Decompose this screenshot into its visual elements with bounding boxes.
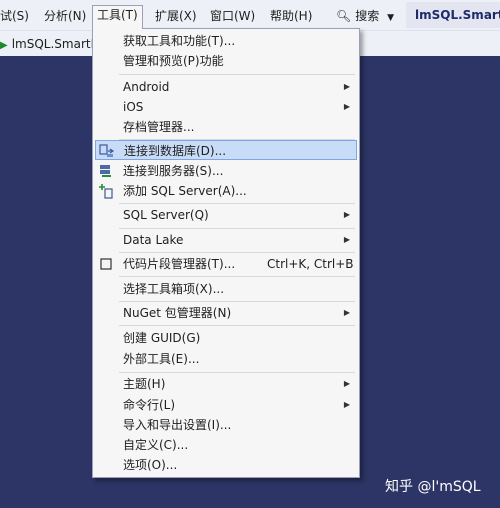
menu-item-choose-toolbox[interactable]: 选择工具箱项(X)...: [95, 279, 357, 299]
menu-separator: [119, 228, 355, 229]
submenu-arrow-icon: ▶: [343, 379, 350, 388]
search-icon: 🔍︎: [336, 9, 352, 23]
menu-item-command-line[interactable]: 命令行(L) ▶: [95, 395, 357, 415]
submenu-arrow-icon: ▶: [343, 235, 350, 244]
menu-item-archive-manager[interactable]: 存档管理器...: [95, 117, 357, 137]
menu-item-label: 命令行(L): [123, 398, 176, 412]
menu-extensions[interactable]: 扩展(X): [151, 6, 201, 26]
chevron-down-icon: ▼: [387, 13, 394, 23]
menu-window[interactable]: 窗口(W): [206, 6, 259, 26]
menu-item-connect-database[interactable]: 连接到数据库(D)...: [95, 140, 357, 160]
menu-separator: [119, 203, 355, 204]
menu-analyze[interactable]: 分析(N): [40, 6, 90, 26]
menu-item-data-lake[interactable]: Data Lake ▶: [95, 230, 357, 250]
menu-help[interactable]: 帮助(H): [266, 6, 316, 26]
menu-item-label: NuGet 包管理器(N): [123, 306, 232, 320]
menu-item-create-guid[interactable]: 创建 GUID(G): [95, 328, 357, 348]
menu-item-label: 获取工具和功能(T)...: [123, 34, 236, 48]
menu-item-label: iOS: [123, 100, 144, 114]
snippet-icon: [100, 258, 112, 270]
menu-item-label: 外部工具(E)...: [123, 352, 200, 366]
menu-item-manage-preview[interactable]: 管理和预览(P)功能: [95, 51, 357, 71]
menu-item-label: SQL Server(Q): [123, 208, 209, 222]
menu-item-nuget[interactable]: NuGet 包管理器(N) ▶: [95, 303, 357, 323]
menu-separator: [119, 252, 355, 253]
menu-tools[interactable]: 工具(T): [92, 5, 143, 29]
menu-bar: 试(S) 分析(N) 工具(T) 扩展(X) 窗口(W) 帮助(H) 🔍︎ 搜索 …: [0, 0, 500, 30]
tools-dropdown-menu: 获取工具和功能(T)... 管理和预览(P)功能 Android ▶ iOS ▶…: [92, 28, 360, 478]
menu-item-get-tools[interactable]: 获取工具和功能(T)...: [95, 31, 357, 51]
menu-item-label: 创建 GUID(G): [123, 331, 201, 345]
menu-item-add-sql-server[interactable]: 添加 SQL Server(A)...: [95, 181, 357, 201]
menu-item-label: 选项(O)...: [123, 458, 178, 472]
submenu-arrow-icon: ▶: [343, 102, 350, 111]
menu-separator: [119, 74, 355, 75]
search-label: 搜索: [355, 9, 380, 23]
menu-separator: [119, 372, 355, 373]
submenu-arrow-icon: ▶: [343, 308, 350, 317]
menu-item-theme[interactable]: 主题(H) ▶: [95, 374, 357, 394]
menu-item-snippet-manager[interactable]: 代码片段管理器(T)... Ctrl+K, Ctrl+B: [95, 254, 357, 274]
menu-item-label: 导入和导出设置(I)...: [123, 418, 232, 432]
menu-item-shortcut: Ctrl+K, Ctrl+B: [267, 257, 354, 271]
menu-item-label: 代码片段管理器(T)...: [123, 257, 236, 271]
menu-item-label: 选择工具箱项(X)...: [123, 282, 225, 296]
server-connect-icon: [100, 165, 111, 177]
watermark: 知乎 @l'mSQL: [385, 479, 481, 495]
menu-item-sql-server[interactable]: SQL Server(Q) ▶: [95, 205, 357, 225]
add-server-icon: [99, 184, 113, 199]
menu-item-connect-server[interactable]: 连接到服务器(S)...: [95, 161, 357, 181]
submenu-arrow-icon: ▶: [343, 210, 350, 219]
menu-item-external-tools[interactable]: 外部工具(E)...: [95, 349, 357, 369]
menu-item-label: 连接到服务器(S)...: [123, 164, 224, 178]
menu-item-import-export-settings[interactable]: 导入和导出设置(I)...: [95, 415, 357, 435]
menu-item-android[interactable]: Android ▶: [95, 77, 357, 97]
run-target-label: lmSQL.SmartPa: [11, 37, 105, 51]
search-box[interactable]: 🔍︎ 搜索 ▼: [336, 6, 394, 26]
project-title: lmSQL.SmartPa: [406, 2, 500, 28]
submenu-arrow-icon: ▶: [343, 400, 350, 409]
menu-item-label: 存档管理器...: [123, 120, 195, 134]
submenu-arrow-icon: ▶: [343, 82, 350, 91]
menu-item-label: 连接到数据库(D)...: [124, 144, 227, 158]
menu-item-label: 主题(H): [123, 377, 166, 391]
menu-item-options[interactable]: 选项(O)...: [95, 455, 357, 475]
menu-item-label: Data Lake: [123, 233, 184, 247]
play-icon: ▶: [0, 40, 8, 51]
menu-item-customize[interactable]: 自定义(C)...: [95, 435, 357, 455]
menu-debug[interactable]: 试(S): [0, 6, 33, 26]
menu-item-label: 自定义(C)...: [123, 438, 189, 452]
menu-item-label: 添加 SQL Server(A)...: [123, 184, 247, 198]
menu-separator: [119, 301, 355, 302]
run-target[interactable]: ▶ lmSQL.SmartPa: [0, 35, 105, 55]
menu-item-label: Android: [123, 80, 170, 94]
menu-separator: [119, 325, 355, 326]
menu-item-ios[interactable]: iOS ▶: [95, 97, 357, 117]
menu-item-label: 管理和预览(P)功能: [123, 54, 224, 68]
menu-separator: [119, 276, 355, 277]
database-connect-icon: [99, 144, 115, 157]
